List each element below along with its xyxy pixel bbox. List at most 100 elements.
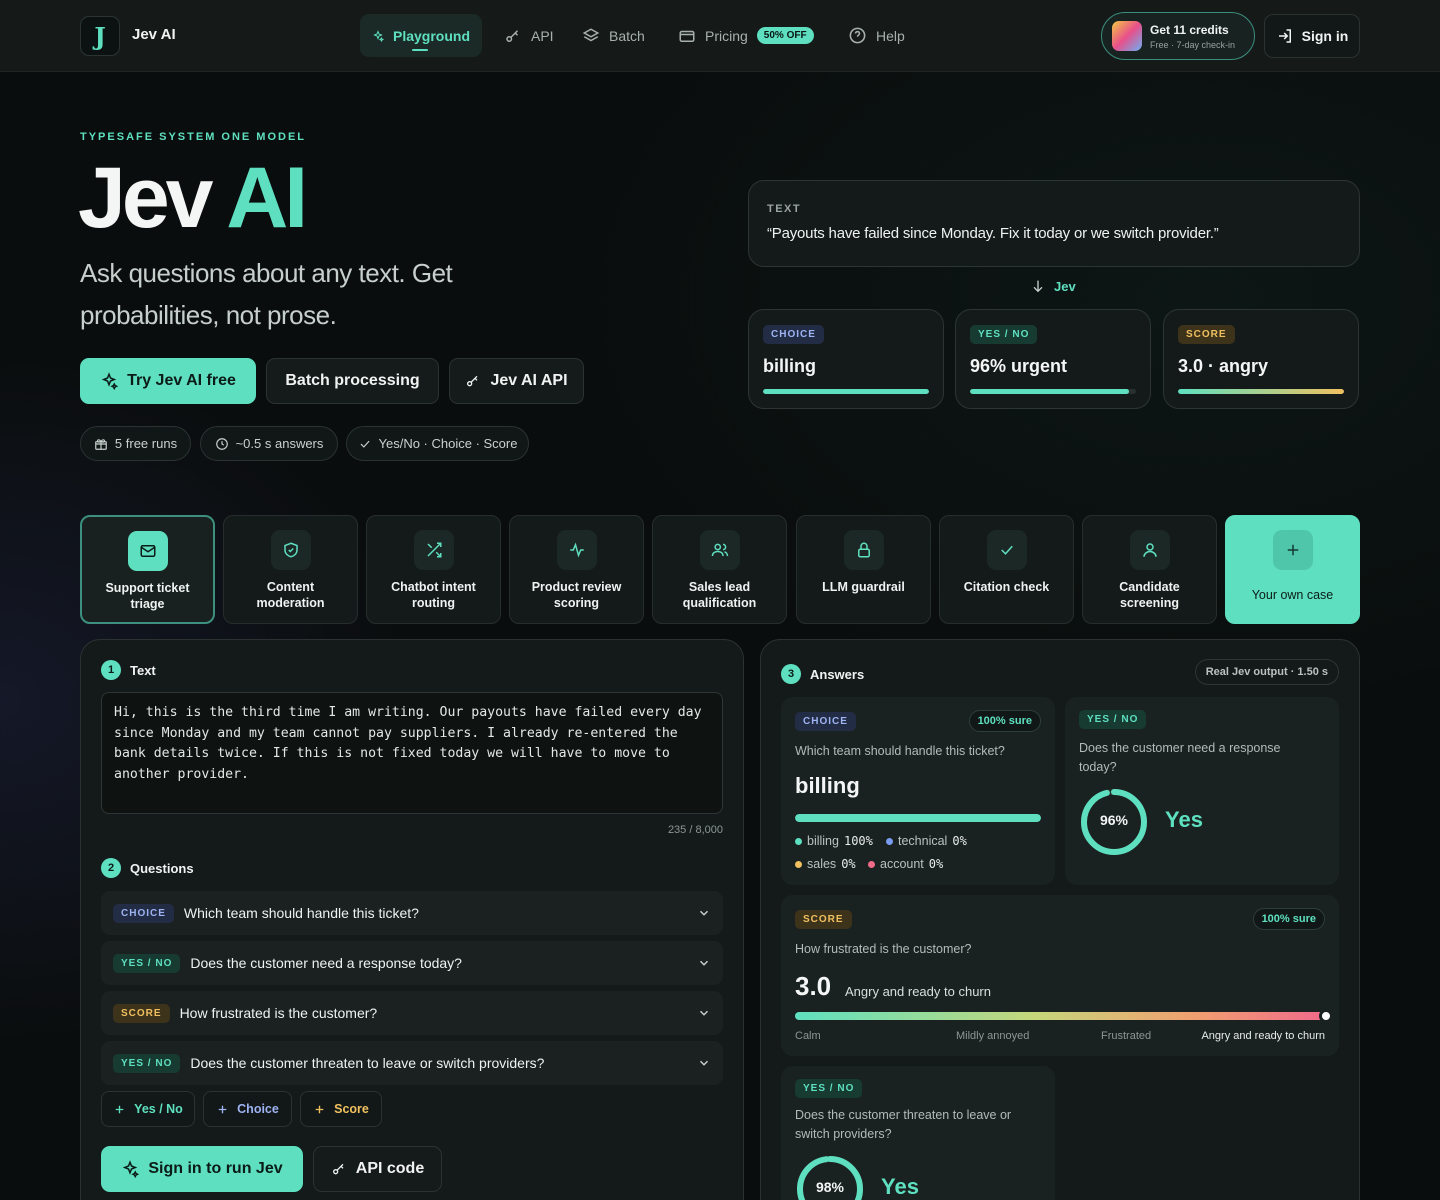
pill-free-runs-label: 5 free runs [114,436,178,451]
logo[interactable]: J [80,16,120,56]
yesno-tag: YES / NO [1079,710,1147,729]
result-bar [970,389,1136,394]
demo-arrow-label: Jev [1054,278,1076,294]
case-label: Your own case [1251,588,1334,602]
question-row[interactable]: SCORE How frustrated is the customer? [101,991,723,1035]
legend-dot [795,860,802,868]
add-score-label: Score [334,1102,369,1116]
answers-panel: 3 Answers Real Jev output · 1.50 s CHOIC… [760,639,1360,1200]
question-row[interactable]: CHOICE Which team should handle this tic… [101,891,723,935]
shuffle-icon [413,530,454,570]
hero-subtitle: Ask questions about any text. Get probab… [80,258,453,330]
chevron-down-icon[interactable] [697,1006,711,1020]
demo-text-card: TEXT “Payouts have failed since Monday. … [748,180,1360,267]
try-free-label: Try Jev AI free [127,372,236,389]
choice-tag: CHOICE [763,325,824,344]
nav-help-label: Help [876,27,905,44]
active-indicator [412,49,428,51]
result-bar [763,389,929,394]
result-bar [1178,389,1344,394]
key-icon [506,29,519,42]
scale-label: Angry and ready to churn [1201,1030,1325,1042]
login-icon [1278,29,1291,43]
add-yesno-button[interactable]: Yes / No [101,1091,195,1127]
question-text: Does the customer need a response today? [190,955,462,971]
answers-section-head: 3 Answers [781,664,864,684]
confidence-badge: 100% sure [1252,908,1325,930]
top-nav: J Jev AI Playground API Batch Pricing 50… [0,0,1440,72]
case-your-own[interactable]: Your own case [1225,515,1360,624]
signin-button[interactable]: Sign in [1264,14,1360,58]
score-tag: SCORE [795,910,852,929]
demo-arrow: Jev [1030,278,1076,294]
question-row[interactable]: YES / NO Does the customer need a respon… [101,941,723,985]
signin-label: Sign in [1301,28,1349,44]
pill-free-runs: 5 free runs [80,426,191,461]
answer-bar-fill [795,814,1041,822]
credits-title: Get 11 credits [1150,22,1229,37]
batch-processing-label: Batch processing [285,372,420,389]
legend-item: sales 0% [795,857,856,871]
api-button[interactable]: Jev AI API [449,358,584,404]
key-icon [467,375,478,387]
score-label: Angry and ready to churn [845,984,991,999]
legend-item: account 0% [868,857,943,871]
case-citation-check[interactable]: Citation check [939,515,1074,624]
answer-question: How frustrated is the customer? [795,942,972,956]
char-counter: 235 / 8,000 [667,824,723,836]
yesno-tag: YES / NO [113,953,181,973]
questions-section-head: 2 Questions [101,858,194,878]
nav-pricing[interactable]: Pricing 50% OFF [666,14,826,57]
chevron-down-icon[interactable] [697,906,711,920]
credits-button[interactable]: Get 11 credits Free · 7-day check-in [1101,12,1255,60]
try-free-button[interactable]: Try Jev AI free [80,358,256,404]
add-score-button[interactable]: Score [300,1091,382,1127]
chevron-down-icon[interactable] [697,1056,711,1070]
case-chatbot-routing[interactable]: Chatbot intent routing [366,515,501,624]
case-sales-lead[interactable]: Sales lead qualification [652,515,787,624]
hero-title: Jev AI [78,148,308,248]
nav-help[interactable]: Help [836,14,917,57]
legend-item: billing 100% [795,834,873,848]
batch-processing-button[interactable]: Batch processing [266,358,439,404]
answer-question: Does the customer need a response today? [1079,741,1281,774]
yesno-tag: YES / NO [970,325,1038,344]
check-icon [360,440,370,448]
mail-icon [127,531,168,571]
answer-card-choice: CHOICE 100% sure Which team should handl… [781,697,1055,885]
chevron-down-icon[interactable] [697,956,711,970]
clock-icon [215,437,228,450]
text-input[interactable] [101,692,723,814]
sparkle-icon [101,372,119,390]
case-content-moderation[interactable]: Content moderation [223,515,358,624]
api-button-label: Jev AI API [490,372,568,389]
nav-api[interactable]: API [492,14,566,57]
brand-name[interactable]: Jev AI [132,26,176,43]
question-row[interactable]: YES / NO Does the customer threaten to l… [101,1041,723,1085]
api-code-button[interactable]: API code [313,1146,442,1192]
answer-value: Yes [881,1174,919,1199]
scale-label: Frustrated [1101,1030,1152,1042]
score-tag: SCORE [1178,325,1235,344]
case-label: Citation check [963,580,1050,594]
legend-dot [795,837,802,845]
case-support-ticket[interactable]: Support ticket triage [80,515,215,624]
hero-title-main: Jev [78,150,213,246]
nav-playground[interactable]: Playground [360,14,482,57]
case-label: Candidate screening [1119,580,1180,610]
arrow-down-icon [1033,280,1043,293]
case-llm-guardrail[interactable]: LLM guardrail [796,515,931,624]
answers-heading: Answers [810,666,865,682]
demo-text-label: TEXT [767,203,802,215]
legend-pct: 0% [928,857,944,871]
run-jev-button[interactable]: Sign in to run Jev [101,1146,303,1192]
step-badge: 3 [781,664,801,684]
add-choice-button[interactable]: Choice [203,1091,292,1127]
case-product-review[interactable]: Product review scoring [509,515,644,624]
pulse-icon [556,530,597,570]
add-choice-label: Choice [237,1102,279,1116]
case-candidate-screening[interactable]: Candidate screening [1082,515,1217,624]
plus-icon [218,1105,227,1113]
nav-batch[interactable]: Batch [570,14,657,57]
result-bar-fill [763,389,929,394]
